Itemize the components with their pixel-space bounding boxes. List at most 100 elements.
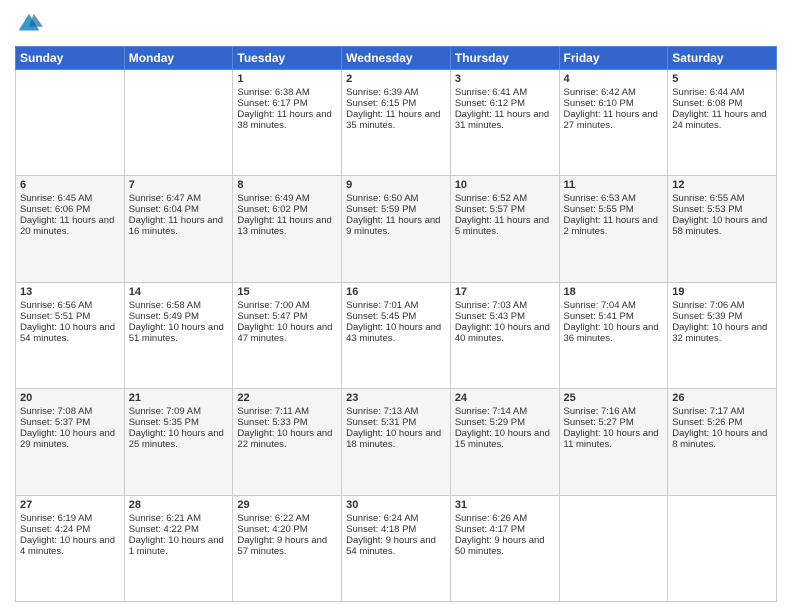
daylight-text: Daylight: 10 hours and 54 minutes. [20,322,120,344]
sunrise-text: Sunrise: 6:21 AM [129,513,229,524]
sunrise-text: Sunrise: 6:41 AM [455,87,555,98]
calendar-cell: 2Sunrise: 6:39 AMSunset: 6:15 PMDaylight… [342,70,451,176]
daylight-text: Daylight: 10 hours and 58 minutes. [672,215,772,237]
calendar-cell: 26Sunrise: 7:17 AMSunset: 5:26 PMDayligh… [668,389,777,495]
day-number: 2 [346,73,446,85]
calendar-cell: 10Sunrise: 6:52 AMSunset: 5:57 PMDayligh… [450,176,559,282]
sunset-text: Sunset: 6:12 PM [455,98,555,109]
sunrise-text: Sunrise: 7:13 AM [346,406,446,417]
day-number: 31 [455,499,555,511]
sunset-text: Sunset: 5:29 PM [455,417,555,428]
daylight-text: Daylight: 10 hours and 51 minutes. [129,322,229,344]
daylight-text: Daylight: 10 hours and 22 minutes. [237,428,337,450]
calendar-header-row: SundayMondayTuesdayWednesdayThursdayFrid… [16,47,777,70]
calendar-cell: 13Sunrise: 6:56 AMSunset: 5:51 PMDayligh… [16,282,125,388]
sunrise-text: Sunrise: 6:50 AM [346,193,446,204]
daylight-text: Daylight: 11 hours and 9 minutes. [346,215,446,237]
sunset-text: Sunset: 4:17 PM [455,524,555,535]
sunset-text: Sunset: 5:45 PM [346,311,446,322]
daylight-text: Daylight: 11 hours and 38 minutes. [237,109,337,131]
sunrise-text: Sunrise: 6:52 AM [455,193,555,204]
sunset-text: Sunset: 5:43 PM [455,311,555,322]
sunrise-text: Sunrise: 6:58 AM [129,300,229,311]
calendar-cell: 12Sunrise: 6:55 AMSunset: 5:53 PMDayligh… [668,176,777,282]
weekday-header-tuesday: Tuesday [233,47,342,70]
calendar-week-4: 20Sunrise: 7:08 AMSunset: 5:37 PMDayligh… [16,389,777,495]
sunset-text: Sunset: 4:24 PM [20,524,120,535]
day-number: 4 [564,73,664,85]
calendar-cell: 18Sunrise: 7:04 AMSunset: 5:41 PMDayligh… [559,282,668,388]
sunset-text: Sunset: 5:33 PM [237,417,337,428]
calendar-cell: 23Sunrise: 7:13 AMSunset: 5:31 PMDayligh… [342,389,451,495]
sunrise-text: Sunrise: 7:09 AM [129,406,229,417]
sunset-text: Sunset: 6:10 PM [564,98,664,109]
sunrise-text: Sunrise: 7:01 AM [346,300,446,311]
sunset-text: Sunset: 6:17 PM [237,98,337,109]
day-number: 27 [20,499,120,511]
sunset-text: Sunset: 5:27 PM [564,417,664,428]
sunset-text: Sunset: 4:20 PM [237,524,337,535]
sunrise-text: Sunrise: 6:53 AM [564,193,664,204]
sunrise-text: Sunrise: 6:38 AM [237,87,337,98]
calendar-cell: 22Sunrise: 7:11 AMSunset: 5:33 PMDayligh… [233,389,342,495]
daylight-text: Daylight: 11 hours and 27 minutes. [564,109,664,131]
daylight-text: Daylight: 9 hours and 57 minutes. [237,535,337,557]
day-number: 1 [237,73,337,85]
sunrise-text: Sunrise: 6:49 AM [237,193,337,204]
day-number: 19 [672,286,772,298]
calendar-cell: 31Sunrise: 6:26 AMSunset: 4:17 PMDayligh… [450,495,559,601]
sunrise-text: Sunrise: 7:14 AM [455,406,555,417]
sunset-text: Sunset: 5:55 PM [564,204,664,215]
sunrise-text: Sunrise: 6:44 AM [672,87,772,98]
daylight-text: Daylight: 10 hours and 47 minutes. [237,322,337,344]
day-number: 18 [564,286,664,298]
day-number: 9 [346,179,446,191]
calendar-cell: 20Sunrise: 7:08 AMSunset: 5:37 PMDayligh… [16,389,125,495]
sunset-text: Sunset: 5:53 PM [672,204,772,215]
calendar-cell: 25Sunrise: 7:16 AMSunset: 5:27 PMDayligh… [559,389,668,495]
daylight-text: Daylight: 10 hours and 29 minutes. [20,428,120,450]
calendar-cell: 1 Sunrise: 6:38 AMSunset: 6:17 PMDaylight… [233,70,342,176]
sunset-text: Sunset: 5:39 PM [672,311,772,322]
day-number: 14 [129,286,229,298]
sunrise-text: Sunrise: 6:42 AM [564,87,664,98]
calendar-table: SundayMondayTuesdayWednesdayThursdayFrid… [15,46,777,602]
daylight-text: Daylight: 10 hours and 43 minutes. [346,322,446,344]
sunrise-text: Sunrise: 6:24 AM [346,513,446,524]
sunset-text: Sunset: 5:31 PM [346,417,446,428]
daylight-text: Daylight: 9 hours and 50 minutes. [455,535,555,557]
sunrise-text: Sunrise: 6:19 AM [20,513,120,524]
day-number: 20 [20,392,120,404]
sunrise-text: Sunrise: 7:08 AM [20,406,120,417]
calendar-cell: 24Sunrise: 7:14 AMSunset: 5:29 PMDayligh… [450,389,559,495]
sunset-text: Sunset: 5:59 PM [346,204,446,215]
calendar-cell: 4 Sunrise: 6:42 AMSunset: 6:10 PMDaylight… [559,70,668,176]
day-number: 11 [564,179,664,191]
sunrise-text: Sunrise: 7:11 AM [237,406,337,417]
header [15,10,777,38]
day-number: 15 [237,286,337,298]
day-number: 25 [564,392,664,404]
calendar-cell: 15Sunrise: 7:00 AMSunset: 5:47 PMDayligh… [233,282,342,388]
sunset-text: Sunset: 5:26 PM [672,417,772,428]
calendar-cell [124,70,233,176]
sunrise-text: Sunrise: 6:39 AM [346,87,446,98]
day-number: 28 [129,499,229,511]
calendar-cell: 7Sunrise: 6:47 AMSunset: 6:04 PMDaylight… [124,176,233,282]
daylight-text: Daylight: 11 hours and 35 minutes. [346,109,446,131]
calendar-cell: 29Sunrise: 6:22 AMSunset: 4:20 PMDayligh… [233,495,342,601]
daylight-text: Daylight: 10 hours and 11 minutes. [564,428,664,450]
calendar-cell: 14Sunrise: 6:58 AMSunset: 5:49 PMDayligh… [124,282,233,388]
calendar-week-1: 1Sunrise: 6:38 AMSunset: 6:17 PMDaylight… [16,70,777,176]
sunset-text: Sunset: 4:22 PM [129,524,229,535]
calendar-cell: 5Sunrise: 6:44 AMSunset: 6:08 PMDaylight… [668,70,777,176]
sunrise-text: Sunrise: 7:04 AM [564,300,664,311]
sunset-text: Sunset: 5:51 PM [20,311,120,322]
sunrise-text: Sunrise: 6:22 AM [237,513,337,524]
weekday-header-friday: Friday [559,47,668,70]
calendar-cell: 21Sunrise: 7:09 AMSunset: 5:35 PMDayligh… [124,389,233,495]
calendar-cell: 6Sunrise: 6:45 AMSunset: 6:06 PMDaylight… [16,176,125,282]
day-number: 30 [346,499,446,511]
weekday-header-thursday: Thursday [450,47,559,70]
calendar-cell [668,495,777,601]
